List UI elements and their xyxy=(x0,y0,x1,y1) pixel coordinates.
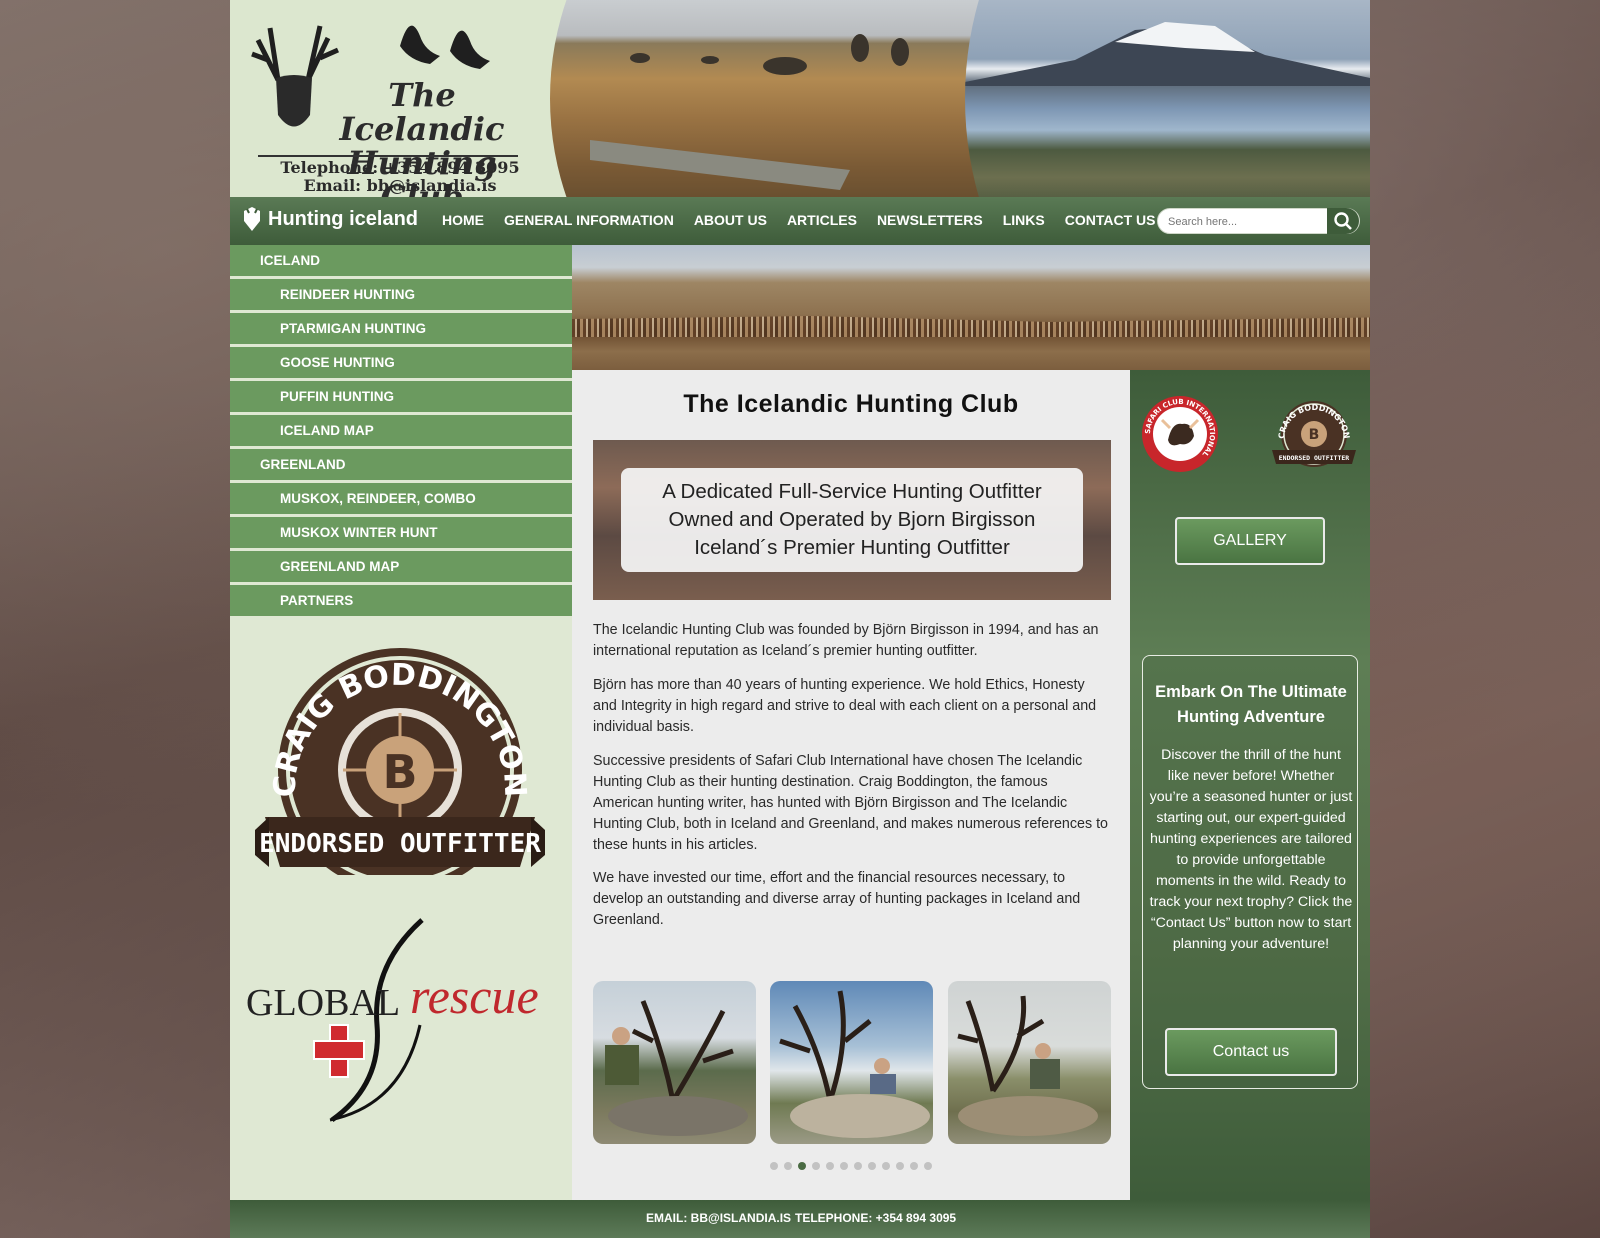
page-title: The Icelandic Hunting Club xyxy=(683,390,1019,418)
main-content: The Icelandic Hunting Club A Dedicated F… xyxy=(572,370,1130,1200)
page: The Icelandic Hunting Club Telephone: +3… xyxy=(230,0,1370,1238)
sidebar-item-muskox-reindeer-combo[interactable]: MUSKOX, REINDEER, COMBO xyxy=(230,483,572,517)
main-navbar: Hunting iceland HOME GENERAL INFORMATION… xyxy=(230,197,1370,245)
badge-bottom-text: ENDORSED OUTFITTER xyxy=(259,829,541,859)
carousel-image[interactable] xyxy=(593,981,756,1144)
carousel-dot[interactable] xyxy=(882,1162,890,1170)
sidebar-item-partners[interactable]: PARTNERS xyxy=(230,585,572,619)
rescue-global-text: GLOBAL xyxy=(246,982,400,1024)
tagline-line-2: Owned and Operated by Bjorn Birgisson xyxy=(668,508,1036,531)
sidebar-menu: ICELAND REINDEER HUNTING PTARMIGAN HUNTI… xyxy=(230,245,572,619)
reindeer-herd xyxy=(572,316,1370,337)
search-input[interactable] xyxy=(1168,213,1323,230)
carousel-dot[interactable] xyxy=(868,1162,876,1170)
sidebar-item-ptarmigan-hunting[interactable]: PTARMIGAN HUNTING xyxy=(230,313,572,347)
nav-menu: HOME GENERAL INFORMATION ABOUT US ARTICL… xyxy=(442,212,1155,228)
nav-contact-us[interactable]: CONTACT US xyxy=(1065,212,1156,228)
badge-letter: B xyxy=(382,745,417,799)
carousel-dot[interactable] xyxy=(924,1162,932,1170)
geese-field-photo xyxy=(550,0,980,197)
nav-about-us[interactable]: ABOUT US xyxy=(694,212,767,228)
header-email: Email: bb@islandia.is xyxy=(303,176,497,195)
nav-general-information[interactable]: GENERAL INFORMATION xyxy=(504,212,674,228)
tagline-box: A Dedicated Full-Service Hunting Outfitt… xyxy=(621,468,1083,572)
adventure-cta-card: Embark On The Ultimate Hunting Adventure… xyxy=(1142,655,1358,1089)
intro-paragraph-3: Successive presidents of Safari Club Int… xyxy=(593,753,1109,853)
carousel-dots xyxy=(572,1162,1130,1170)
cta-text: Discover the thrill of the hunt like nev… xyxy=(1149,747,1353,952)
nav-home[interactable]: HOME xyxy=(442,212,484,228)
carousel-dot[interactable] xyxy=(770,1162,778,1170)
club-logo[interactable]: The Icelandic Hunting Club Telephone: +3… xyxy=(230,0,570,197)
carousel-image[interactable] xyxy=(770,981,933,1144)
carousel-dot[interactable] xyxy=(854,1162,862,1170)
reindeer-herd-photo xyxy=(572,245,1370,370)
craig-boddington-small-badge[interactable]: B CRAIG BODDINGTON ENDORSED OUTFITTER xyxy=(1270,398,1358,468)
sidebar-item-greenland-map[interactable]: GREENLAND MAP xyxy=(230,551,572,585)
sidebar-item-iceland-map[interactable]: ICELAND MAP xyxy=(230,415,572,449)
gallery-button[interactable]: GALLERY xyxy=(1175,517,1325,565)
sidebar-item-reindeer-hunting[interactable]: REINDEER HUNTING xyxy=(230,279,572,313)
brand-text: Hunting iceland xyxy=(268,207,418,230)
shield-deer-icon xyxy=(244,207,260,231)
sidebar-item-iceland[interactable]: ICELAND xyxy=(230,245,572,279)
intro-paragraph-4: We have invested our time, effort and th… xyxy=(593,870,1081,928)
rescue-word-text: rescue xyxy=(410,968,539,1024)
footer-telephone[interactable]: TELEPHONE: +354 894 3095 xyxy=(795,1211,956,1225)
geese-icon xyxy=(400,25,490,69)
carousel-dot[interactable] xyxy=(812,1162,820,1170)
carousel-dot[interactable] xyxy=(910,1162,918,1170)
intro-paragraph-1: The Icelandic Hunting Club was founded b… xyxy=(593,622,1099,659)
cb-small-bottom-text: ENDORSED OUTFITTER xyxy=(1279,454,1350,462)
nav-articles[interactable]: ARTICLES xyxy=(787,212,857,228)
search-icon xyxy=(1334,212,1352,230)
tagline-line-3: Iceland´s Premier Hunting Outfitter xyxy=(694,536,1010,559)
mountain-lake-photo xyxy=(965,0,1370,197)
craig-boddington-badge[interactable]: B CRAIG BODDINGTON ENDORSED OUTFITTER xyxy=(255,645,545,875)
search-button[interactable] xyxy=(1327,208,1359,234)
sidebar-item-goose-hunting[interactable]: GOOSE HUNTING xyxy=(230,347,572,381)
header-telephone: Telephone: +354 894 3095 xyxy=(280,158,520,177)
sidebar-item-muskox-winter-hunt[interactable]: MUSKOX WINTER HUNT xyxy=(230,517,572,551)
carousel-dot[interactable] xyxy=(896,1162,904,1170)
sidebar-item-puffin-hunting[interactable]: PUFFIN HUNTING xyxy=(230,381,572,415)
cta-title: Embark On The Ultimate Hunting Adventure xyxy=(1155,683,1347,726)
sidebar-item-greenland[interactable]: GREENLAND xyxy=(230,449,572,483)
tagline-line-1: A Dedicated Full-Service Hunting Outfitt… xyxy=(662,480,1042,503)
carousel-image[interactable] xyxy=(948,981,1111,1144)
safari-club-international-badge[interactable]: SAFARI CLUB INTERNATIONAL xyxy=(1140,394,1220,474)
header: The Icelandic Hunting Club Telephone: +3… xyxy=(230,0,1370,197)
intro-paragraph-2: Björn has more than 40 years of hunting … xyxy=(593,677,1097,735)
logo-divider xyxy=(258,155,518,157)
search-box xyxy=(1157,208,1360,234)
nav-links[interactable]: LINKS xyxy=(1003,212,1045,228)
brand-logo[interactable]: Hunting iceland xyxy=(240,205,418,233)
carousel-dot[interactable] xyxy=(826,1162,834,1170)
footer: EMAIL: BB@ISLANDIA.IS TELEPHONE: +354 89… xyxy=(230,1200,1370,1238)
cb-small-letter: B xyxy=(1309,427,1320,443)
right-column: SAFARI CLUB INTERNATIONAL B CRAIG BODDIN… xyxy=(1130,370,1370,1200)
global-rescue-logo[interactable]: GLOBAL rescue xyxy=(242,915,562,1125)
logo-title-line1: The Icelandic xyxy=(339,76,505,148)
carousel-dot[interactable] xyxy=(784,1162,792,1170)
carousel-dot[interactable] xyxy=(840,1162,848,1170)
nav-newsletters[interactable]: NEWSLETTERS xyxy=(877,212,983,228)
carousel-dot[interactable] xyxy=(798,1162,806,1170)
footer-email[interactable]: EMAIL: BB@ISLANDIA.IS xyxy=(646,1211,791,1225)
contact-us-button[interactable]: Contact us xyxy=(1165,1028,1337,1076)
red-cross-icon xyxy=(313,1024,365,1078)
tagline-banner: A Dedicated Full-Service Hunting Outfitt… xyxy=(593,440,1111,600)
trophy-carousel xyxy=(593,981,1111,1144)
